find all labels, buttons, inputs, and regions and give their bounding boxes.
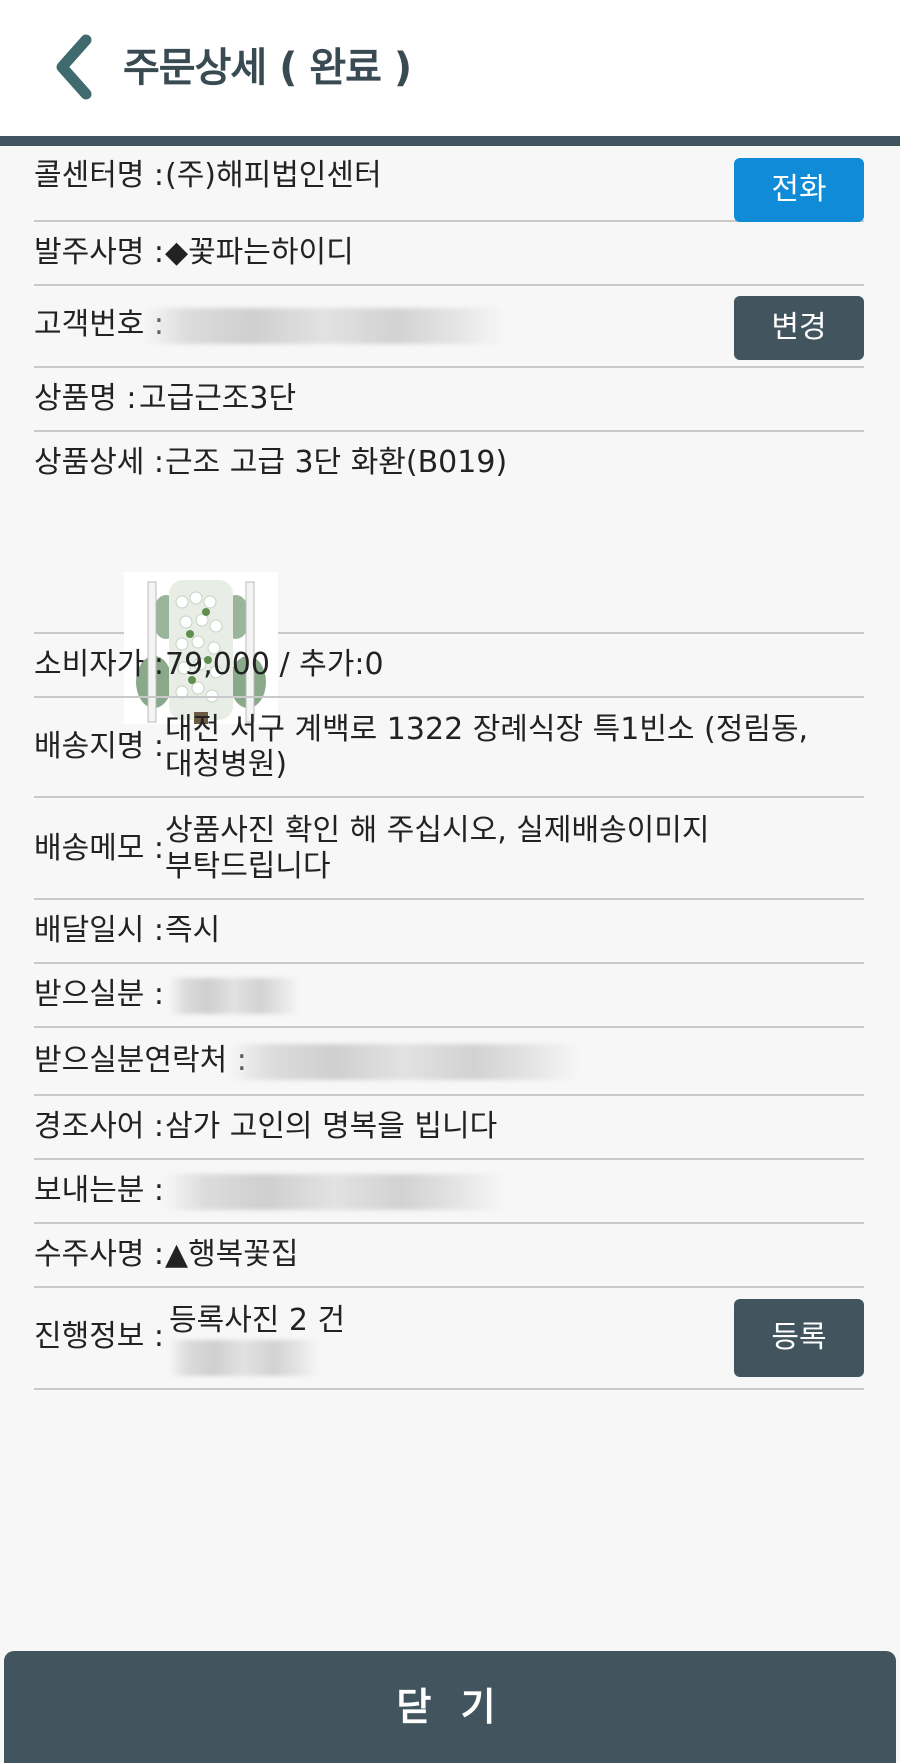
callcenter-label: 콜센터명 : (34, 158, 165, 193)
memo-line1: 상품사진 확인 해 주십시오, 실제배송이미지 (165, 813, 710, 848)
address-line2: 대청병원) (165, 747, 288, 782)
chevron-left-icon (56, 34, 92, 100)
redacted-progress-detail (169, 1340, 319, 1376)
row-product-name: 상품명 : 고급근조3단 (34, 368, 864, 432)
price-label: 소비자가 : (34, 647, 165, 682)
back-button[interactable] (52, 34, 102, 100)
row-message: 경조사어 : 삼가 고인의 명복을 빕니다 (34, 1096, 864, 1160)
call-button[interactable]: 전화 (734, 158, 864, 222)
callcenter-value: (주)해피법인센터 (165, 158, 382, 193)
recipient-label: 받으실분 : (34, 977, 165, 1012)
row-progress: 진행정보 : 등록사진 2 건 등록 (34, 1288, 864, 1390)
row-address: 배송지명 : 대전 서구 계백로 1322 장례식장 특1빈소 (정림동, 대청… (34, 698, 864, 798)
row-receiver-shop: 수주사명 : ▲행복꽃집 (34, 1224, 864, 1288)
product-name-label: 상품명 : (34, 381, 137, 416)
register-button[interactable]: 등록 (734, 1299, 864, 1377)
memo-label: 배송메모 : (34, 831, 165, 866)
orderer-value: ◆꽃파는하이디 (165, 235, 354, 270)
recipient-phone-label: 받으실분연락처 : (34, 1043, 247, 1078)
close-button[interactable]: 닫 기 (4, 1651, 896, 1763)
change-button[interactable]: 변경 (734, 296, 864, 360)
page-title: 주문상세 ( 완료 ) (123, 45, 412, 91)
product-detail-label: 상품상세 : (34, 445, 165, 480)
row-memo: 배송메모 : 상품사진 확인 해 주십시오, 실제배송이미지 부탁드립니다 (34, 798, 864, 900)
row-customer-no: 고객번호 : 변경 (34, 286, 864, 368)
delivery-time-value: 즉시 (165, 913, 221, 948)
receiver-shop-value: ▲행복꽃집 (165, 1237, 299, 1272)
app-header: 주문상세 ( 완료 ) (0, 0, 900, 136)
price-value: 79,000 / 추가:0 (165, 647, 384, 682)
row-recipient: 받으실분 : (34, 964, 864, 1028)
address-line1: 대전 서구 계백로 1322 장례식장 특1빈소 (정림동, (165, 712, 809, 747)
row-recipient-phone: 받으실분연락처 : (34, 1028, 864, 1096)
memo-line2: 부탁드립니다 (165, 849, 331, 884)
progress-photo-count: 등록사진 2 건 (169, 1303, 346, 1338)
progress-label: 진행정보 : (34, 1319, 165, 1354)
header-divider (0, 136, 900, 146)
address-label: 배송지명 : (34, 729, 165, 764)
redacted-sender (164, 1174, 504, 1210)
row-sender: 보내는분 : (34, 1160, 864, 1224)
order-detail-list: 콜센터명 : (주)해피법인센터 전화 발주사명 : ◆꽃파는하이디 고객번호 … (34, 146, 864, 1390)
message-label: 경조사어 : (34, 1109, 165, 1144)
redacted-customer-no (144, 308, 504, 344)
delivery-time-label: 배달일시 : (34, 913, 165, 948)
row-callcenter: 콜센터명 : (주)해피법인센터 전화 (34, 146, 864, 222)
redacted-recipient-phone (229, 1044, 579, 1080)
redacted-recipient (169, 978, 299, 1014)
row-price: 소비자가 : 79,000 / 추가:0 (34, 634, 864, 698)
row-delivery-time: 배달일시 : 즉시 (34, 900, 864, 964)
receiver-shop-label: 수주사명 : (34, 1237, 165, 1272)
product-detail-value: 근조 고급 3단 화환(B019) (165, 445, 508, 480)
orderer-label: 발주사명 : (34, 235, 165, 270)
message-value: 삼가 고인의 명복을 빕니다 (165, 1109, 498, 1144)
row-product-detail: 상품상세 : 근조 고급 3단 화환(B019) (34, 432, 864, 724)
product-name-value: 고급근조3단 (139, 381, 297, 416)
row-orderer: 발주사명 : ◆꽃파는하이디 (34, 222, 864, 286)
sender-label: 보내는분 : (34, 1173, 165, 1208)
